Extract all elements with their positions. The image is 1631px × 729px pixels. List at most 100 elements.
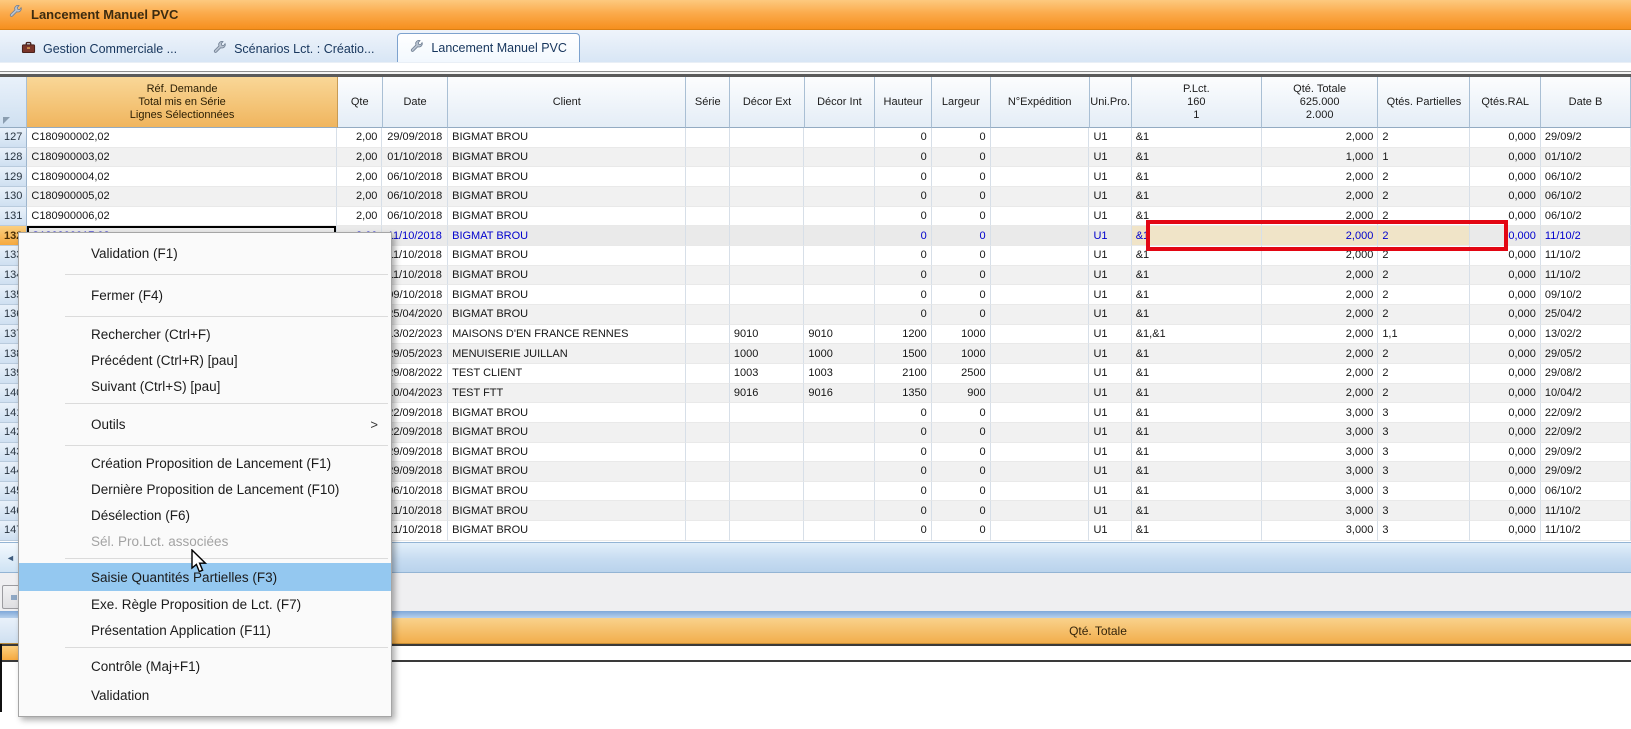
menu-item-outils[interactable]: Outils> [19, 408, 391, 441]
cell-qtes_partielles[interactable]: 2 [1378, 305, 1470, 325]
cell-hauteur[interactable]: 0 [875, 403, 932, 423]
cell-date[interactable]: 11/10/2018 [382, 246, 448, 266]
cell-serie[interactable] [686, 187, 730, 207]
cell-date_b[interactable]: 22/09/2 [1541, 423, 1631, 443]
cell-unipro[interactable]: U1 [1089, 403, 1131, 423]
cell-decor_int[interactable] [804, 226, 875, 246]
cell-decor_ext[interactable] [730, 521, 804, 541]
cell-decor_ext[interactable] [730, 167, 804, 187]
cell-decor_int[interactable] [804, 148, 875, 168]
cell-date_b[interactable]: 11/10/2 [1541, 226, 1631, 246]
cell-hauteur[interactable]: 0 [875, 246, 932, 266]
cell-date[interactable]: 06/10/2018 [382, 207, 448, 227]
cell-unipro[interactable]: U1 [1089, 266, 1131, 286]
cell-serie[interactable] [686, 207, 730, 227]
cell-nexp[interactable] [991, 462, 1090, 482]
cell-qtes_partielles[interactable]: 2 [1378, 364, 1470, 384]
cell-nexp[interactable] [991, 403, 1090, 423]
cell-decor_ext[interactable] [730, 207, 804, 227]
cell-nexp[interactable] [991, 384, 1090, 404]
cell-qte_totale[interactable]: 1,000 [1262, 148, 1378, 168]
column-header-qtes_partielles[interactable]: Qtés. Partielles [1378, 77, 1470, 128]
cell-nexp[interactable] [991, 521, 1090, 541]
cell-decor_ext[interactable]: 1000 [730, 344, 804, 364]
cell-hauteur[interactable]: 0 [875, 443, 932, 463]
cell-qtes_partielles[interactable]: 3 [1378, 423, 1470, 443]
cell-qtes_ral[interactable]: 0,000 [1470, 285, 1541, 305]
column-header-plct[interactable]: P.Lct.1601 [1132, 77, 1262, 128]
cell-largeur[interactable]: 0 [932, 246, 991, 266]
cell-largeur[interactable]: 0 [932, 167, 991, 187]
cell-decor_ext[interactable] [730, 148, 804, 168]
column-header-qte_totale[interactable]: Qté. Totale625.0002.000 [1262, 77, 1379, 128]
cell-serie[interactable] [686, 325, 730, 345]
cell-date_b[interactable]: 29/09/2 [1541, 462, 1631, 482]
cell-qte[interactable]: 2,00 [337, 128, 382, 148]
cell-largeur[interactable]: 2500 [932, 364, 991, 384]
cell-client[interactable]: BIGMAT BROU [448, 187, 686, 207]
cell-serie[interactable] [686, 364, 730, 384]
cell-unipro[interactable]: U1 [1089, 364, 1131, 384]
cell-largeur[interactable]: 0 [932, 187, 991, 207]
cell-qtes_ral[interactable]: 0,000 [1470, 521, 1541, 541]
menu-item-derni-re-proposition-de-lancement-f10[interactable]: Dernière Proposition de Lancement (F10) [19, 476, 391, 502]
cell-date[interactable]: 11/10/2018 [382, 521, 448, 541]
cell-qtes_partielles[interactable]: 1,1 [1378, 325, 1470, 345]
cell-num[interactable]: 130 [0, 187, 27, 207]
cell-serie[interactable] [686, 443, 730, 463]
cell-qte_totale[interactable]: 2,000 [1262, 344, 1378, 364]
cell-decor_ext[interactable] [730, 128, 804, 148]
cell-hauteur[interactable]: 0 [875, 226, 932, 246]
cell-serie[interactable] [686, 148, 730, 168]
cell-plct[interactable]: &1 [1132, 384, 1262, 404]
cell-qtes_partielles[interactable]: 3 [1378, 443, 1470, 463]
cell-nexp[interactable] [991, 187, 1090, 207]
cell-decor_ext[interactable] [730, 226, 804, 246]
tab-lancement-manuel-pvc[interactable]: Lancement Manuel PVC [397, 33, 580, 62]
cell-ref[interactable]: C180900006,02 [27, 207, 337, 227]
cell-unipro[interactable]: U1 [1089, 226, 1131, 246]
cell-decor_ext[interactable] [730, 266, 804, 286]
cell-unipro[interactable]: U1 [1089, 207, 1131, 227]
column-header-nexp[interactable]: N°Expédition [991, 77, 1090, 128]
cell-client[interactable]: BIGMAT BROU [448, 443, 686, 463]
menu-item-cr-ation-proposition-de-lancement-f1[interactable]: Création Proposition de Lancement (F1) [19, 450, 391, 476]
cell-qte_totale[interactable]: 2,000 [1262, 384, 1378, 404]
cell-client[interactable]: BIGMAT BROU [448, 462, 686, 482]
cell-num[interactable]: 128 [0, 148, 27, 168]
cell-serie[interactable] [686, 305, 730, 325]
cell-largeur[interactable]: 0 [932, 305, 991, 325]
cell-date_b[interactable]: 13/02/2 [1541, 325, 1631, 345]
cell-date_b[interactable]: 09/10/2 [1541, 285, 1631, 305]
menu-item-rechercher-ctrl-f[interactable]: Rechercher (Ctrl+F) [19, 321, 391, 347]
cell-nexp[interactable] [991, 364, 1090, 384]
cell-largeur[interactable]: 0 [932, 443, 991, 463]
menu-item-exe-r-gle-proposition-de-lct-f7[interactable]: Exe. Règle Proposition de Lct. (F7) [19, 591, 391, 617]
cell-serie[interactable] [686, 482, 730, 502]
cell-num[interactable]: 129 [0, 167, 27, 187]
cell-date_b[interactable]: 10/04/2 [1541, 384, 1631, 404]
cell-serie[interactable] [686, 167, 730, 187]
cell-decor_int[interactable] [804, 167, 875, 187]
cell-unipro[interactable]: U1 [1089, 305, 1131, 325]
menu-item-validation[interactable]: Validation [19, 681, 391, 710]
cell-unipro[interactable]: U1 [1089, 384, 1131, 404]
cell-hauteur[interactable]: 0 [875, 207, 932, 227]
column-header-hauteur[interactable]: Hauteur [875, 77, 932, 128]
cell-serie[interactable] [686, 246, 730, 266]
cell-date_b[interactable]: 01/10/2 [1541, 148, 1631, 168]
cell-largeur[interactable]: 0 [932, 226, 991, 246]
cell-hauteur[interactable]: 1350 [875, 384, 932, 404]
cell-decor_int[interactable]: 9010 [804, 325, 875, 345]
cell-date[interactable]: 06/10/2018 [382, 187, 448, 207]
cell-nexp[interactable] [991, 266, 1090, 286]
cell-qte_totale[interactable]: 2,000 [1262, 305, 1378, 325]
cell-date[interactable]: 06/10/2018 [382, 167, 448, 187]
cell-hauteur[interactable]: 0 [875, 167, 932, 187]
cell-hauteur[interactable]: 0 [875, 482, 932, 502]
cell-client[interactable]: MENUISERIE JUILLAN [448, 344, 686, 364]
cell-qtes_ral[interactable]: 0,000 [1470, 462, 1541, 482]
cell-plct[interactable]: &1 [1132, 305, 1262, 325]
cell-decor_ext[interactable]: 1003 [730, 364, 804, 384]
cell-date_b[interactable]: 25/04/2 [1541, 305, 1631, 325]
